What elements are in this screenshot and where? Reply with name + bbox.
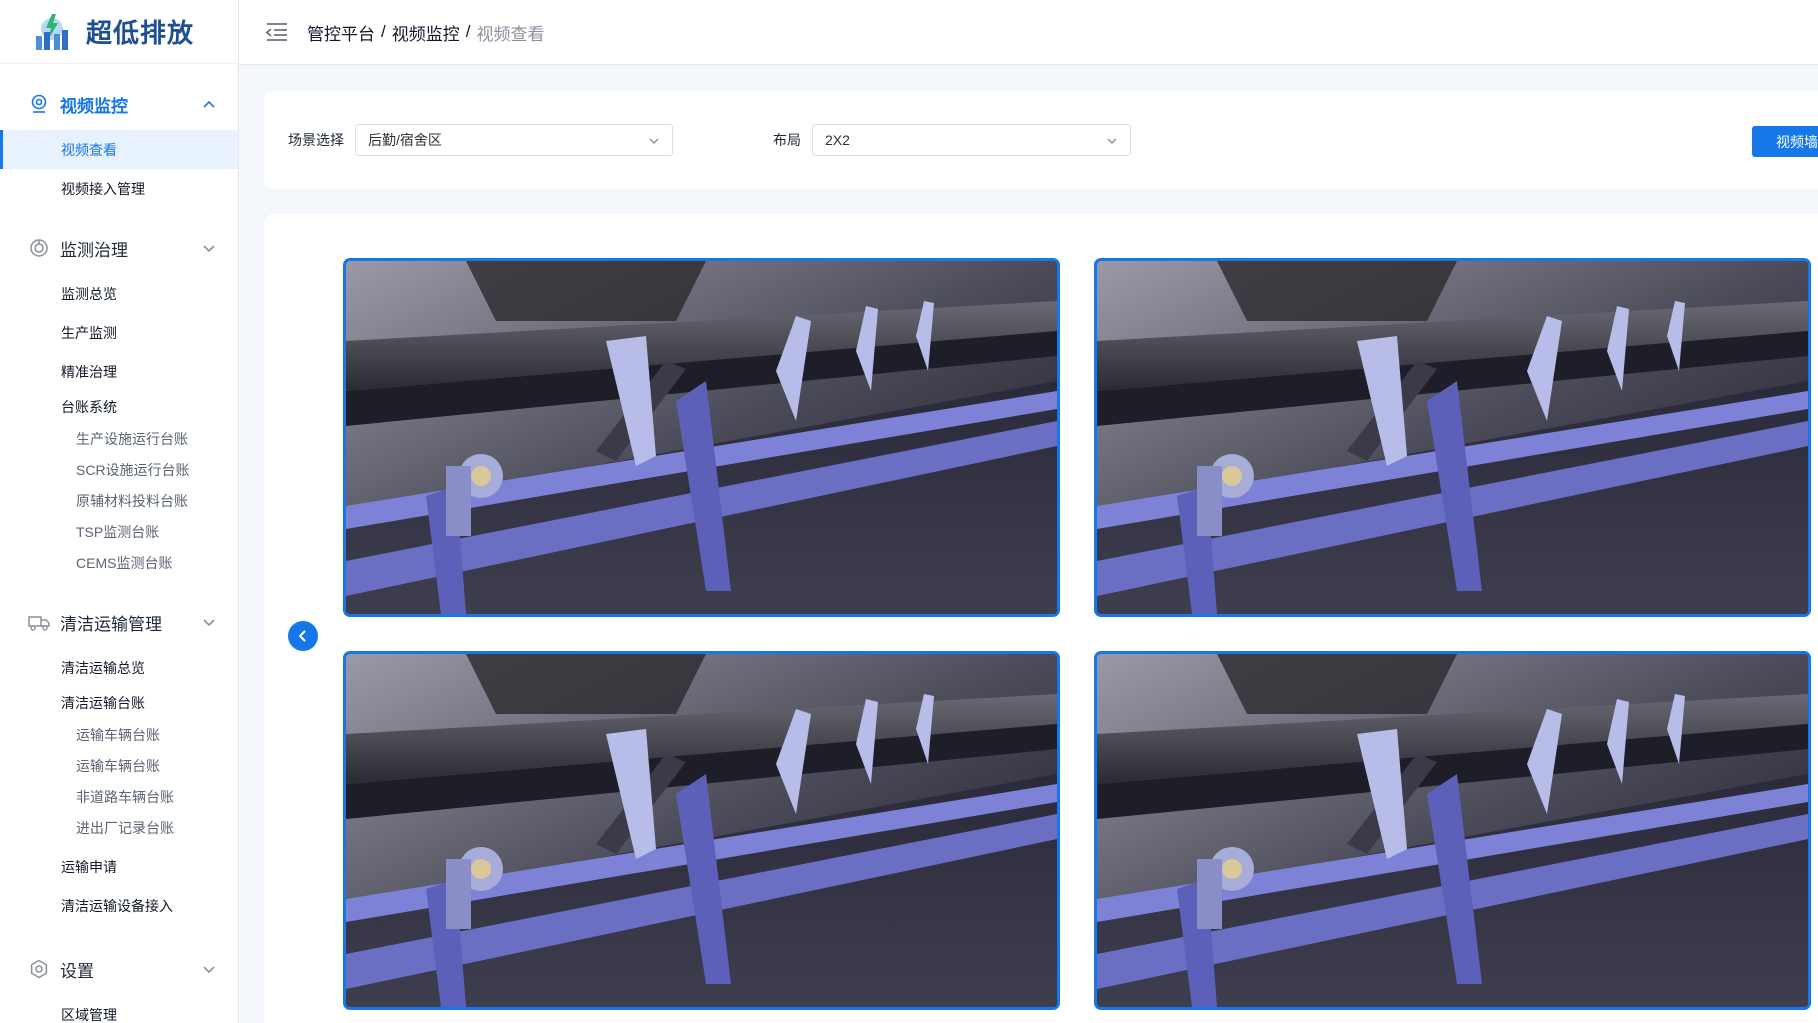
app-title: 超低排放 [86,18,195,48]
sidebar-item-transport-apply[interactable]: 运输申请 [0,847,238,886]
conveyor-video-frame [346,654,1057,1007]
sidebar-menu: 视频监控 视频查看 视频接入管理 监测治理 监测总览 生产监测 精准治理 台账系… [0,64,238,1023]
layout-label: 布局 [773,132,801,148]
breadcrumb: 管控平台 / 视频监控 / 视频查看 [307,20,544,45]
layout-select-value: 2X2 [825,132,850,148]
layout-select[interactable]: 2X2 [812,124,1131,156]
logo: 超低排放 [0,0,238,64]
chevron-left-icon [298,630,306,642]
sidebar-subitem[interactable]: 进出厂记录台账 [0,812,238,843]
chevron-up-icon [202,97,216,111]
scene-label: 场景选择 [288,132,344,148]
sidebar-subitem[interactable]: TSP监测台账 [0,516,238,547]
sidebar-subitem[interactable]: SCR设施运行台账 [0,454,238,485]
sidebar-item-transport-overview[interactable]: 清洁运输总览 [0,648,238,687]
scene-select-value: 后勤/宿舍区 [368,132,442,148]
sidebar-subitem[interactable]: 生产设施运行台账 [0,423,238,454]
sidebar-subitem[interactable]: 运输车辆台账 [0,719,238,750]
logo-icon [30,12,74,52]
video-tile-3[interactable] [343,651,1060,1010]
chevron-down-icon [1106,134,1118,146]
sidebar-subitem[interactable]: 原辅材料投料台账 [0,485,238,516]
sidebar-item-transport-device[interactable]: 清洁运输设备接入 [0,886,238,925]
video-tile-4[interactable] [1094,651,1811,1010]
sidebar-item-production-monitor[interactable]: 生产监测 [0,313,238,352]
sidebar-item-ledger-system[interactable]: 台账系统 [0,391,238,423]
menu-group-monitoring[interactable]: 监测治理 [0,222,238,274]
conveyor-video-frame [1097,654,1808,1007]
top-header: 管控平台 / 视频监控 / 视频查看 [239,0,1818,65]
conveyor-video-frame [346,261,1057,614]
chevron-down-icon [648,134,660,146]
sidebar-item-transport-ledger[interactable]: 清洁运输台账 [0,687,238,719]
menu-group-label: 视频监控 [60,96,128,116]
breadcrumb-separator: / [465,22,471,41]
conveyor-video-frame [1097,261,1808,614]
scene-select[interactable]: 后勤/宿舍区 [355,124,673,156]
sidebar-subitem[interactable]: CEMS监测台账 [0,547,238,578]
video-wall-button[interactable]: 视频墙 [1752,126,1818,157]
sidebar-item-video-access[interactable]: 视频接入管理 [0,169,238,208]
menu-group-label: 监测治理 [60,240,128,260]
sidebar-subitem[interactable]: 非道路车辆台账 [0,781,238,812]
sidebar-item-video-view[interactable]: 视频查看 [0,130,238,169]
prev-page-button[interactable] [288,621,318,651]
breadcrumb-item[interactable]: 视频监控 [392,20,460,45]
menu-group-clean-transport[interactable]: 清洁运输管理 [0,596,238,648]
sidebar-subitem[interactable]: 运输车辆台账 [0,750,238,781]
settings-icon [28,958,50,980]
menu-group-label: 清洁运输管理 [60,614,162,634]
sidebar-item-area-manage[interactable]: 区域管理 [0,995,238,1023]
menu-collapse-icon[interactable] [264,21,290,43]
chevron-down-icon [202,241,216,255]
menu-group-video-monitoring[interactable]: 视频监控 [0,78,238,130]
breadcrumb-current: 视频查看 [476,24,545,44]
chevron-down-icon [202,962,216,976]
breadcrumb-item[interactable]: 管控平台 [307,20,375,45]
menu-group-settings[interactable]: 设置 [0,943,238,995]
gauge-icon [28,237,50,259]
chevron-down-icon [202,615,216,629]
sidebar: 超低排放 视频监控 视频查看 视频接入管理 监测治理 监测总览 生产监测 精准治… [0,0,239,1023]
breadcrumb-separator: / [381,22,386,41]
sidebar-item-precise-governance[interactable]: 精准治理 [0,352,238,391]
sidebar-item-monitor-overview[interactable]: 监测总览 [0,274,238,313]
filter-bar: 场景选择 后勤/宿舍区 布局 2X2 视频墙 [264,91,1818,189]
video-tile-1[interactable] [343,258,1060,617]
camera-pin-icon [28,93,50,115]
video-tile-2[interactable] [1094,258,1811,617]
video-grid-panel [264,214,1818,1023]
truck-icon [28,611,50,633]
menu-group-label: 设置 [60,961,94,981]
